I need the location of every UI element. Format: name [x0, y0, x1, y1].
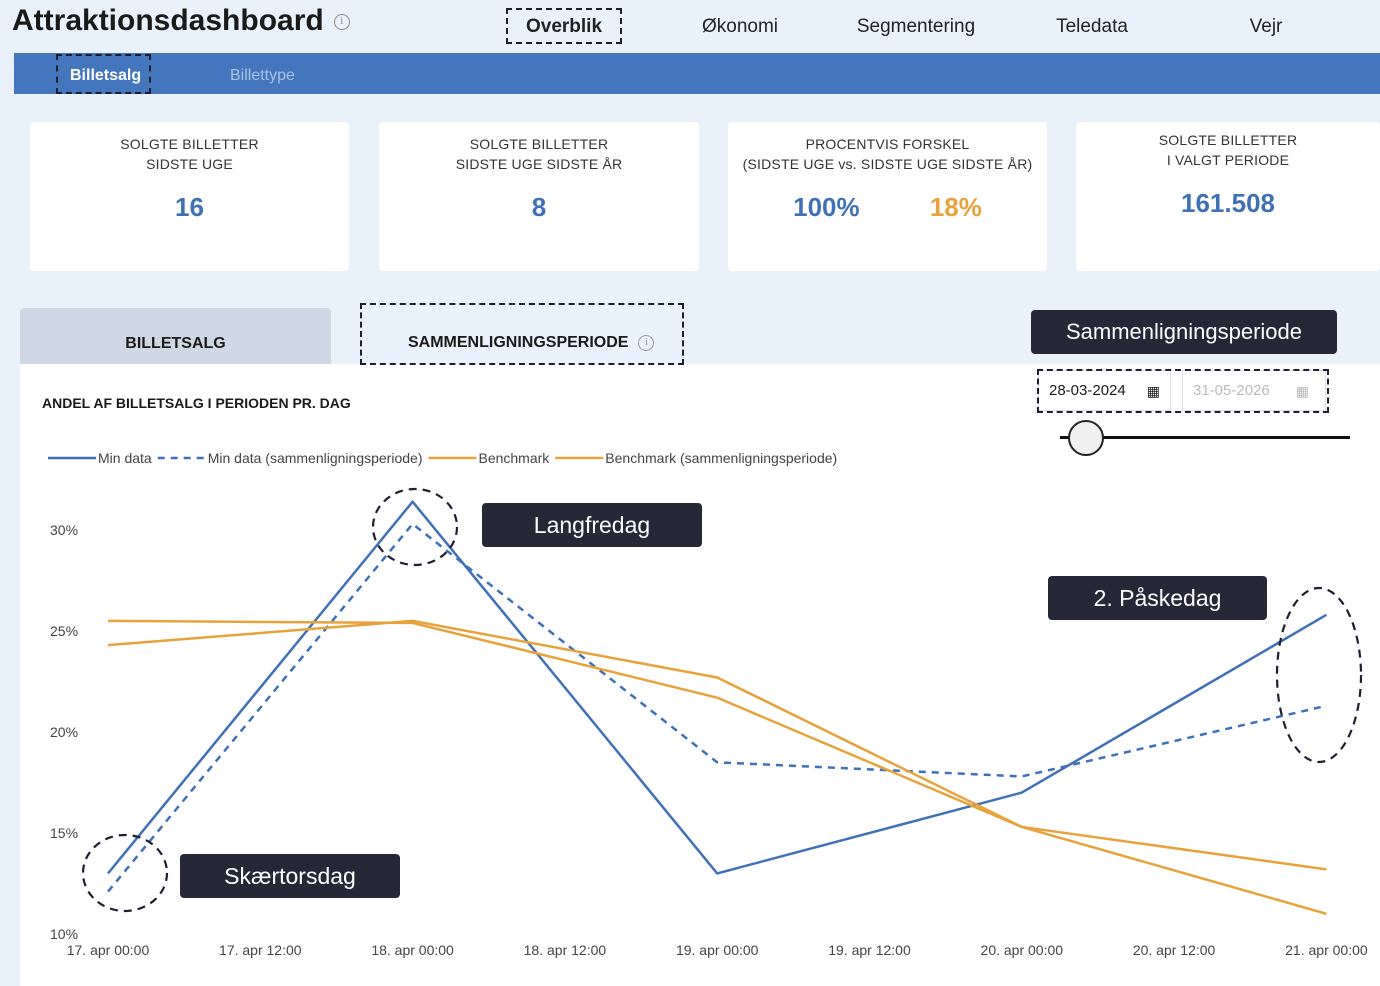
- y-tick-label: 20%: [50, 724, 78, 740]
- x-tick-label: 17. apr 00:00: [67, 942, 150, 958]
- y-tick-label: 10%: [50, 926, 78, 942]
- legend-label: Benchmark: [478, 450, 550, 466]
- y-tick-label: 30%: [50, 522, 78, 538]
- annotation-langfredag: Langfredag: [482, 503, 702, 547]
- x-tick-label: 19. apr 12:00: [828, 942, 911, 958]
- annotation-circle: [81, 833, 169, 913]
- x-tick-label: 21. apr 00:00: [1285, 942, 1368, 958]
- series-line: [107, 619, 1327, 871]
- legend-label: Benchmark (sammenligningsperiode): [605, 450, 837, 466]
- y-tick-label: 25%: [50, 623, 78, 639]
- y-tick-label: 15%: [50, 825, 78, 841]
- x-tick-label: 20. apr 12:00: [1133, 942, 1216, 958]
- x-tick-label: 20. apr 00:00: [981, 942, 1064, 958]
- annotation-circle: [1275, 586, 1363, 764]
- x-tick-label: 18. apr 12:00: [524, 942, 607, 958]
- annotation-paaskedag: 2. Påskedag: [1048, 576, 1267, 620]
- legend-label: Min data (sammenligningsperiode): [208, 450, 423, 466]
- legend-label: Min data: [98, 450, 152, 466]
- x-tick-label: 17. apr 12:00: [219, 942, 302, 958]
- series-line: [107, 500, 1328, 875]
- x-tick-label: 18. apr 00:00: [371, 942, 454, 958]
- annotation-skaertorsdag: Skærtorsdag: [180, 854, 400, 898]
- x-tick-label: 19. apr 00:00: [676, 942, 759, 958]
- line-chart: 10% 15% 20% 25% 30% 17. apr 00:00 17. apr 12:0…: [48, 450, 1368, 958]
